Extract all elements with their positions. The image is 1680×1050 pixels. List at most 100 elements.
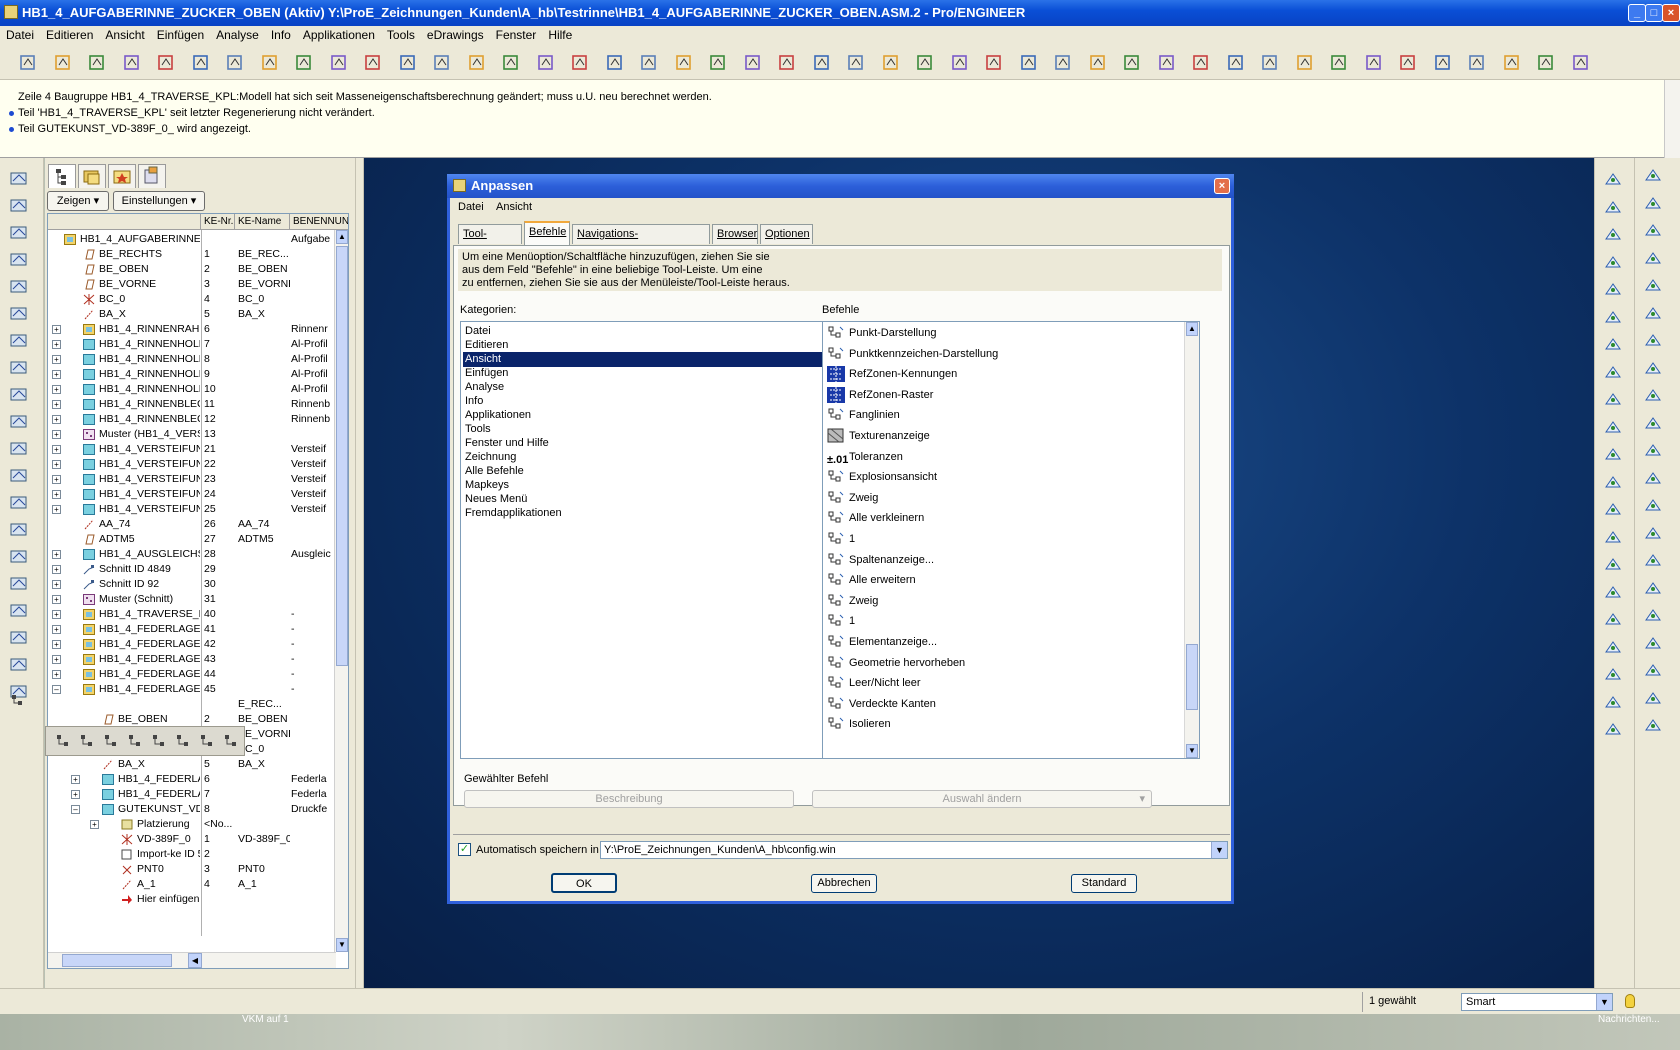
context-help-icon[interactable]	[1571, 53, 1591, 73]
align-icon[interactable]	[1643, 359, 1663, 377]
command-item[interactable]: Verdeckte Kanten	[825, 693, 1165, 715]
tree-filter-icon[interactable]	[198, 732, 216, 750]
datum-curve-icon[interactable]	[1603, 665, 1623, 683]
tree-row[interactable]: + Muster (HB1_4_VERSTI 13	[48, 426, 338, 442]
category-item[interactable]: Applikationen	[463, 408, 838, 423]
tree-row[interactable]: BE_OBEN 2 BE_OBEN	[48, 261, 338, 277]
datum-point-icon[interactable]	[1603, 693, 1623, 711]
tree-row[interactable]: BE_OBEN 2 BE_OBEN	[48, 711, 338, 727]
command-item[interactable]: Punktkennzeichen-Darstellung	[825, 343, 1165, 365]
tree-row[interactable]: + HB1_4_RINNENHOLML 7 Al-Profil	[48, 336, 338, 352]
round-icon[interactable]	[1603, 445, 1623, 463]
expand-toggle-icon[interactable]: +	[71, 775, 80, 784]
category-item[interactable]: Tools	[463, 422, 838, 437]
ok-button[interactable]: OK	[551, 873, 617, 893]
table-icon[interactable]	[8, 467, 30, 485]
column-header-ke-name[interactable]: KE-Name	[235, 214, 290, 230]
datum-display-icon[interactable]	[1088, 53, 1108, 73]
command-item[interactable]: Texturenanzeige	[825, 425, 1165, 447]
category-item[interactable]: Zeichnung	[463, 450, 838, 465]
blend-icon[interactable]	[1603, 583, 1623, 601]
minimize-button[interactable]: _	[1628, 4, 1646, 22]
datum-plane-icon[interactable]	[1603, 610, 1623, 628]
datum-point-icon[interactable]	[1643, 579, 1663, 597]
cancel-button[interactable]: Abbrechen	[811, 874, 877, 893]
menu-hilfe[interactable]: Hilfe	[542, 26, 578, 45]
tree-row[interactable]: + HB1_4_RINNENHOLMC 9 Al-Profil	[48, 366, 338, 382]
tree-row[interactable]: + Muster (Schnitt) 31	[48, 591, 338, 607]
save-icon[interactable]	[1643, 221, 1663, 239]
tree-row[interactable]: – HB1_4_FEDERLAGER_I 45 -	[48, 681, 338, 697]
tree-row[interactable]: + HB1_4_FEDERLAGER_I 44 -	[48, 666, 338, 682]
sketch-icon[interactable]	[1603, 308, 1623, 326]
zoom-icon[interactable]	[1643, 496, 1663, 514]
color-icon[interactable]	[1122, 53, 1142, 73]
tree-settings-icon[interactable]	[222, 732, 240, 750]
command-item[interactable]: ±.01 Toleranzen	[825, 446, 1165, 468]
expand-toggle-icon[interactable]: +	[52, 370, 61, 379]
zoom-in-icon[interactable]	[743, 53, 763, 73]
new-component-icon[interactable]	[1643, 194, 1663, 212]
revolve-icon[interactable]	[1603, 528, 1623, 546]
panel-sash[interactable]	[355, 158, 364, 988]
dialog-close-button[interactable]: ×	[1214, 178, 1230, 194]
expand-toggle-icon[interactable]: +	[52, 565, 61, 574]
tree-row[interactable]: BA_X 5 BA_X	[48, 306, 338, 322]
tree-row[interactable]: + HB1_4_RINNENHOLMC 10 Al-Profil	[48, 381, 338, 397]
offset-icon[interactable]	[1643, 414, 1663, 432]
regenerate-icon[interactable]	[363, 53, 383, 73]
datum-axis-icon[interactable]	[1433, 53, 1453, 73]
menu-datei[interactable]: Datei	[0, 26, 40, 45]
menu-einfügen[interactable]: Einfügen	[151, 26, 210, 45]
expand-toggle-icon[interactable]: –	[71, 805, 80, 814]
copy-icon[interactable]	[156, 53, 176, 73]
datum-curve-icon[interactable]	[1502, 53, 1522, 73]
command-item[interactable]: Explosionsansicht	[825, 466, 1165, 488]
paste-icon[interactable]	[329, 53, 349, 73]
dialog-menu-ansicht[interactable]: Ansicht	[496, 201, 532, 213]
message-scrollbar[interactable]	[1664, 80, 1680, 158]
category-item[interactable]: Mapkeys	[463, 478, 838, 493]
tab-browser[interactable]: Browser	[712, 224, 758, 244]
csys-icon[interactable]	[1603, 720, 1623, 738]
expand-toggle-icon[interactable]: +	[52, 475, 61, 484]
command-item[interactable]: Elementanzeige...	[825, 631, 1165, 653]
cross-icon[interactable]	[1643, 689, 1663, 707]
expand-toggle-icon[interactable]: +	[52, 655, 61, 664]
tree-row[interactable]: + HB1_4_FEDERLAGER_I 41 -	[48, 621, 338, 637]
spin-center-icon[interactable]	[1053, 53, 1073, 73]
expand-toggle-icon[interactable]: +	[52, 355, 61, 364]
datum-axis-icon[interactable]	[1603, 638, 1623, 656]
print-icon[interactable]	[122, 53, 142, 73]
expand-toggle-icon[interactable]: +	[52, 640, 61, 649]
datum-plane-icon[interactable]	[1398, 53, 1418, 73]
wireframe-icon[interactable]	[812, 53, 832, 73]
cut-icon[interactable]	[260, 53, 280, 73]
close-window-icon[interactable]	[1226, 53, 1246, 73]
tree-row[interactable]: Hier einfügen	[48, 891, 338, 907]
globe-icon[interactable]	[1643, 469, 1663, 487]
column-header-nr[interactable]: KE-Nr.	[201, 214, 235, 230]
collapse-icon[interactable]	[78, 732, 96, 750]
tab-tool-leisten[interactable]: Tool-Leisten	[458, 224, 522, 258]
lock-icon[interactable]	[1643, 716, 1663, 734]
tree-row[interactable]: ADTM5 27 ADTM5	[48, 531, 338, 547]
filter-select[interactable]: Smart ▼	[1461, 993, 1613, 1011]
window-icon[interactable]	[1157, 53, 1177, 73]
menu-editieren[interactable]: Editieren	[40, 26, 99, 45]
zoom-out-icon[interactable]	[777, 53, 797, 73]
orient-icon[interactable]	[984, 53, 1004, 73]
category-item[interactable]: Fremdapplikationen	[463, 506, 838, 521]
expand-toggle-icon[interactable]: +	[52, 580, 61, 589]
mate-icon[interactable]	[1643, 331, 1663, 349]
rib-icon[interactable]	[1603, 390, 1623, 408]
model-tree-tab[interactable]	[48, 164, 76, 188]
scroll-down-arrow[interactable]: ▼	[1186, 744, 1198, 758]
menu-edrawings[interactable]: eDrawings	[421, 26, 490, 45]
tree-row[interactable]: + HB1_4_FEDERLAGI 6 Federla	[48, 771, 338, 787]
expand-toggle-icon[interactable]: +	[52, 400, 61, 409]
dialog-title-bar[interactable]: Anpassen ×	[447, 174, 1234, 198]
tree-row[interactable]: HB1_4_AUFGABERINNE_ZU Aufgabe	[48, 231, 338, 247]
close-icon[interactable]	[1643, 551, 1663, 569]
tree-row[interactable]: PNT0 3 PNT0	[48, 861, 338, 877]
